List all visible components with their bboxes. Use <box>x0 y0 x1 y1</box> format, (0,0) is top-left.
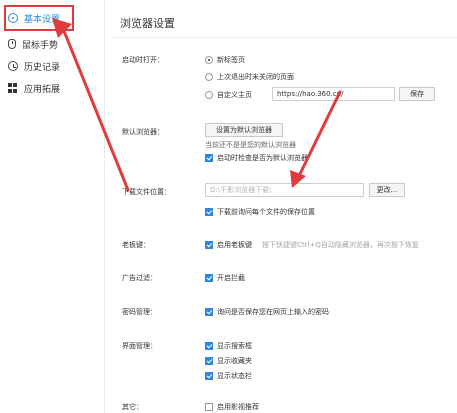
sidebar-item-extensions[interactable]: 应用拓展 <box>8 79 60 97</box>
ask-save-location[interactable]: 下载前询问每个文件的保存位置 <box>205 207 315 217</box>
password-label: 密码管理： <box>122 308 157 316</box>
page-title: 浏览器设置 <box>120 17 175 30</box>
checkbox-unchecked-icon[interactable] <box>205 403 213 411</box>
sidebar: 基本设置 鼠标手势 历史记录 应用拓展 <box>0 0 105 413</box>
startup-option-restore[interactable]: 上次退出时未关闭的页面 <box>205 72 294 82</box>
sidebar-item-label: 应用拓展 <box>24 84 61 95</box>
check-label: 显示状态栏 <box>217 372 252 380</box>
boss-key-label: 老板键： <box>122 241 150 249</box>
check-label: 询问是否保存您在网页上输入的密码 <box>217 308 329 316</box>
option-label: 新标签页 <box>217 56 245 64</box>
ui-management-label: 界面管理： <box>122 342 157 350</box>
startup-label: 启动时打开： <box>122 56 164 64</box>
mouse-icon <box>8 39 16 49</box>
check-label: 显示搜索框 <box>217 342 252 350</box>
check-default-on-start[interactable]: 启动时检查是否为默认浏览器 <box>205 153 308 163</box>
checkbox-checked-icon[interactable] <box>205 372 213 380</box>
arrow-to-download <box>296 90 342 180</box>
boss-key-hint: 按下快捷键Ctrl+Q自动隐藏浏览器，再次按下恢复 <box>262 241 419 249</box>
sidebar-item-label: 基本设置 <box>24 14 61 25</box>
ask-save-password[interactable]: 询问是否保存您在网页上输入的密码 <box>205 307 329 317</box>
save-button[interactable]: 保存 <box>399 87 435 101</box>
settings-circle-icon <box>8 13 18 23</box>
checkbox-checked-icon[interactable] <box>205 208 213 216</box>
check-label: 显示收藏夹 <box>217 357 252 365</box>
change-button[interactable]: 更改... <box>369 183 405 197</box>
checkbox-checked-icon[interactable] <box>205 342 213 350</box>
sidebar-item-mouse-gestures[interactable]: 鼠标手势 <box>8 35 58 53</box>
default-browser-label: 默认浏览器： <box>122 128 164 136</box>
radio-unchecked-icon[interactable] <box>205 91 213 99</box>
other-label: 其它： <box>122 403 143 411</box>
option-label: 自定义主页 <box>217 91 252 99</box>
default-browser-status: 当前还不是是您的默认浏览器 <box>205 141 296 149</box>
sidebar-item-basic-settings[interactable]: 基本设置 <box>8 9 60 27</box>
checkbox-checked-icon[interactable] <box>205 241 213 249</box>
show-favorites[interactable]: 显示收藏夹 <box>205 356 252 366</box>
sidebar-item-label: 鼠标手势 <box>22 40 59 51</box>
sidebar-item-label: 历史记录 <box>24 62 61 73</box>
download-label: 下载文件位置： <box>122 188 171 196</box>
sidebar-item-history[interactable]: 历史记录 <box>8 57 60 75</box>
check-label: 启用老板键 <box>217 241 252 249</box>
checkbox-checked-icon[interactable] <box>205 357 213 365</box>
title-divider <box>112 37 457 38</box>
startup-option-custom[interactable]: 自定义主页 <box>205 90 252 100</box>
enable-boss-key[interactable]: 启用老板键 按下快捷键Ctrl+Q自动隐藏浏览器，再次按下恢复 <box>205 240 419 250</box>
check-label: 启动时检查是否为默认浏览器 <box>217 154 308 162</box>
checkbox-checked-icon[interactable] <box>205 274 213 282</box>
download-path-input[interactable]: D:\千影浏览器下载\ <box>205 183 364 197</box>
startup-option-newtab[interactable]: 新标签页 <box>205 55 245 65</box>
radio-unchecked-icon[interactable] <box>205 73 213 81</box>
check-label: 开启拦截 <box>217 274 245 282</box>
option-label: 上次退出时未关闭的页面 <box>217 73 294 81</box>
show-status-bar[interactable]: 显示状态栏 <box>205 371 252 381</box>
show-search-box[interactable]: 显示搜索框 <box>205 341 252 351</box>
ad-filter-label: 广告过滤： <box>122 274 157 282</box>
check-label: 下载前询问每个文件的保存位置 <box>217 208 315 216</box>
enable-ad-block[interactable]: 开启拦截 <box>205 273 245 283</box>
homepage-input[interactable]: https://hao.360.cn/ <box>272 87 395 101</box>
clock-icon <box>8 61 18 71</box>
radio-checked-icon[interactable] <box>205 56 213 64</box>
apps-grid-icon <box>8 83 18 93</box>
check-label: 启用影视推荐 <box>217 403 259 411</box>
set-default-button[interactable]: 设置为默认浏览器 <box>205 123 283 137</box>
checkbox-checked-icon[interactable] <box>205 308 213 316</box>
enable-video-recommend[interactable]: 启用影视推荐 <box>205 402 259 412</box>
checkbox-checked-icon[interactable] <box>205 154 213 162</box>
